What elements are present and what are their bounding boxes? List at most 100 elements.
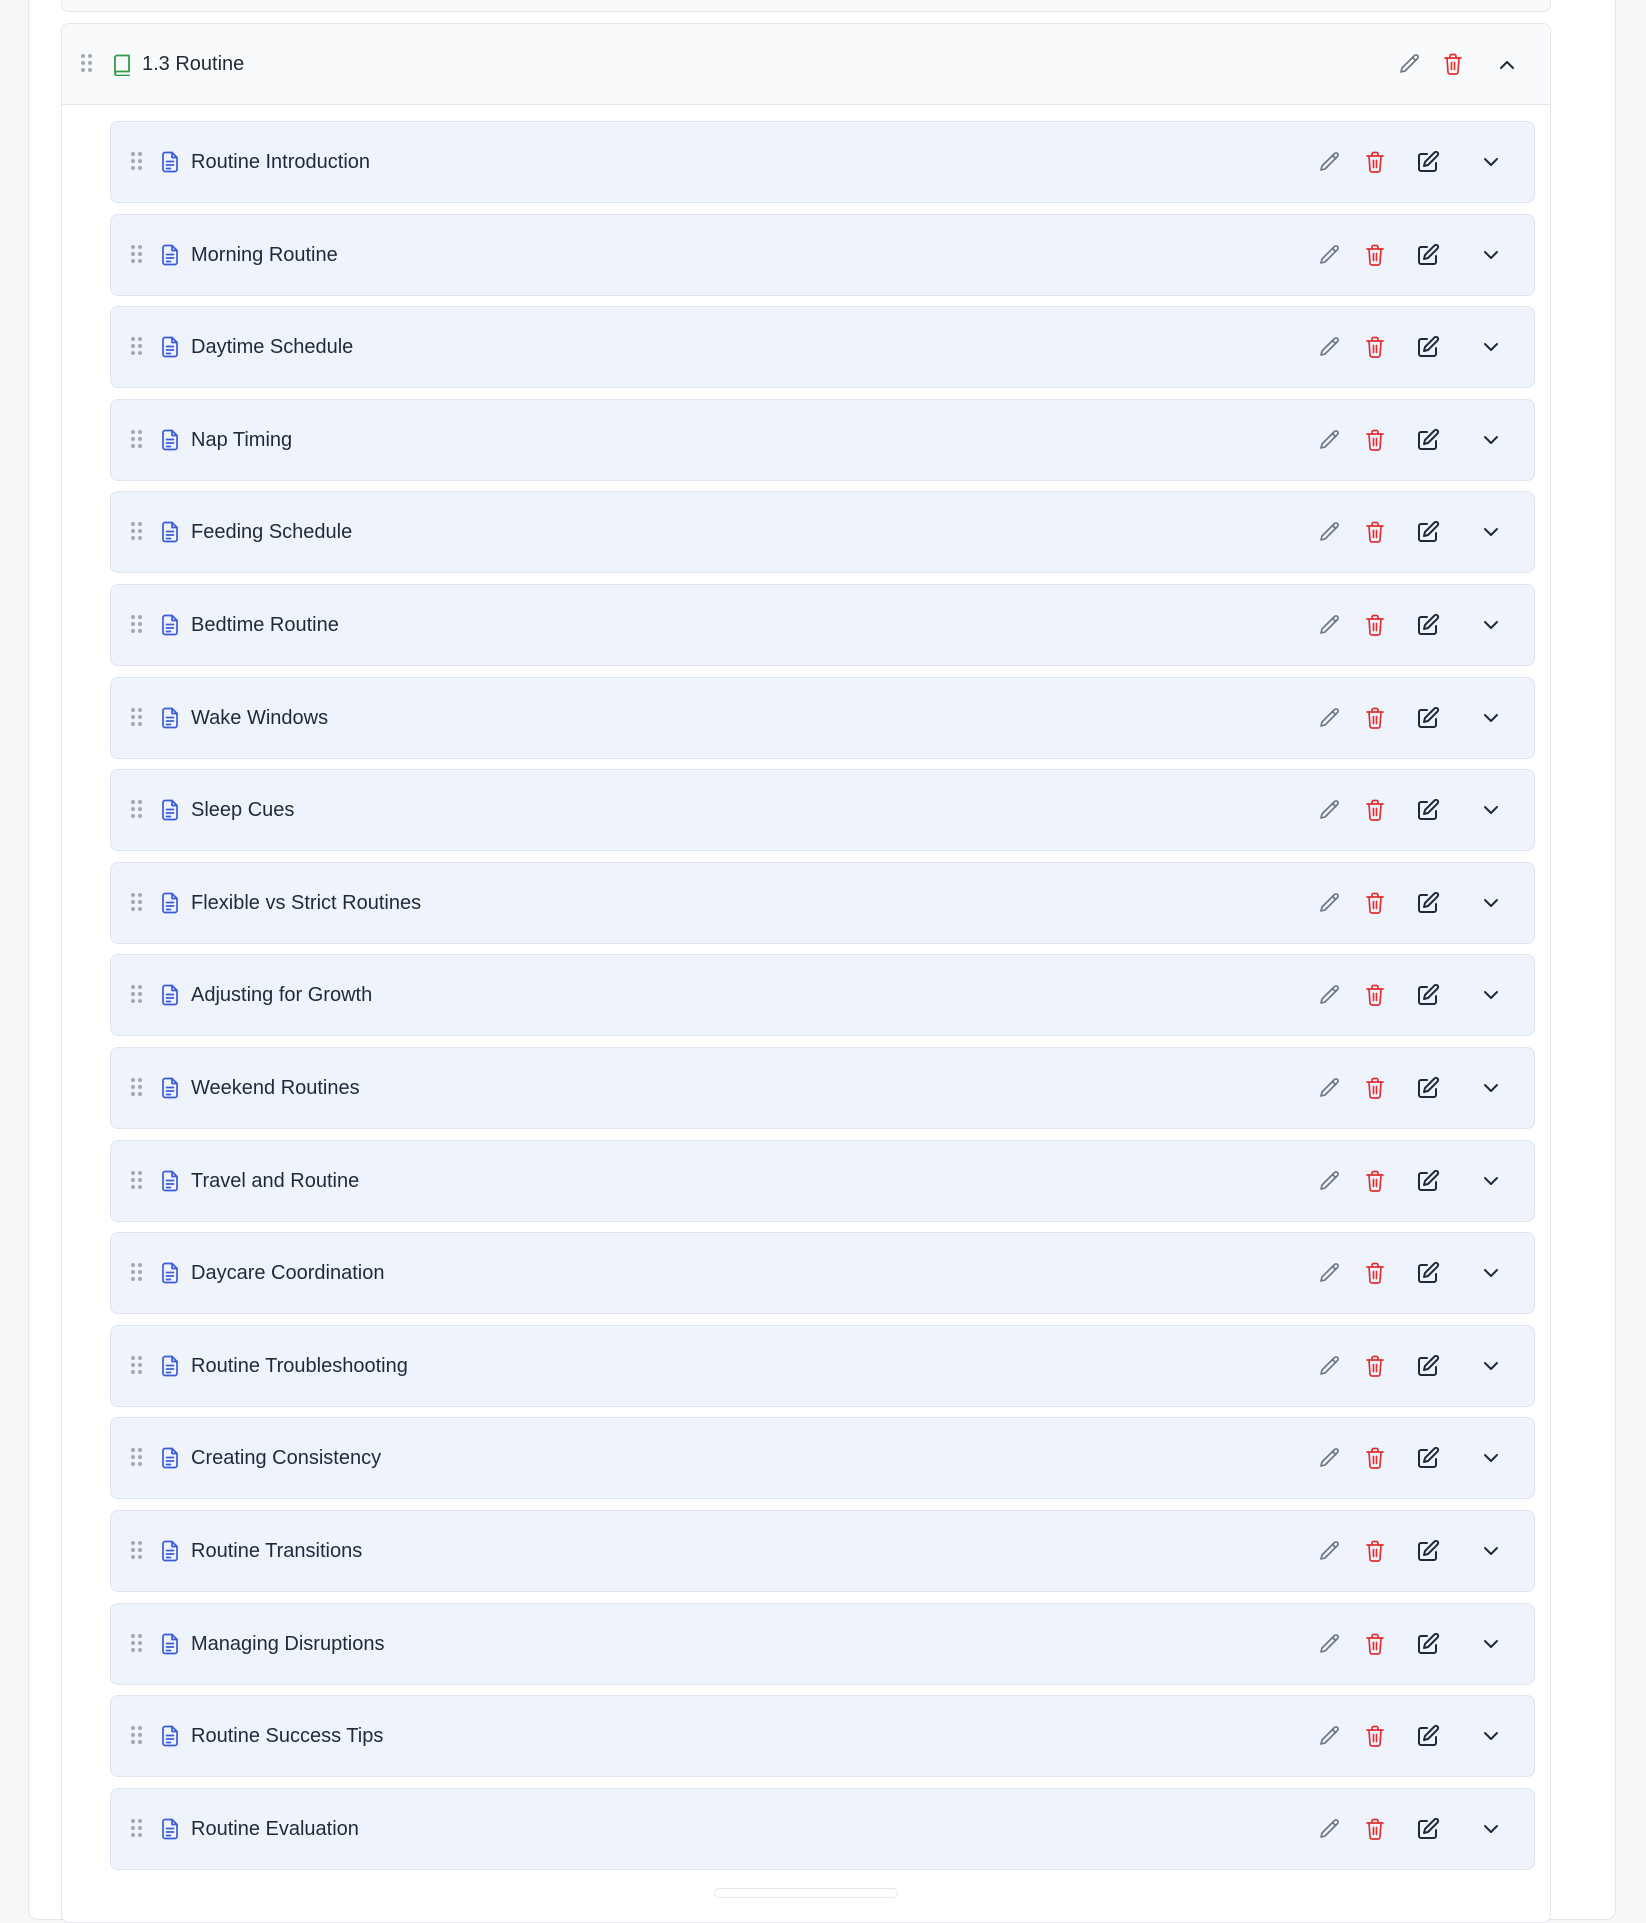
- expand-lesson-button[interactable]: [1479, 521, 1503, 545]
- lesson-row[interactable]: Routine Transitions: [110, 1509, 1535, 1592]
- expand-lesson-button[interactable]: [1479, 336, 1503, 360]
- edit-lesson-content-button[interactable]: [1415, 706, 1441, 732]
- module-collapse-button[interactable]: [1495, 54, 1519, 78]
- module-edit-button[interactable]: [1397, 52, 1423, 78]
- expand-lesson-button[interactable]: [1479, 1447, 1503, 1471]
- lesson-row[interactable]: Weekend Routines: [110, 1046, 1535, 1129]
- rename-lesson-button[interactable]: [1317, 1076, 1343, 1102]
- lesson-row[interactable]: Wake Windows: [110, 676, 1535, 759]
- drag-handle-icon[interactable]: [131, 1263, 145, 1283]
- rename-lesson-button[interactable]: [1317, 520, 1343, 546]
- add-lesson-button[interactable]: [714, 1888, 898, 1898]
- rename-lesson-button[interactable]: [1317, 613, 1343, 639]
- delete-lesson-button[interactable]: [1362, 1817, 1388, 1843]
- lesson-row[interactable]: Morning Routine: [110, 213, 1535, 296]
- module-delete-button[interactable]: [1440, 52, 1466, 78]
- edit-lesson-content-button[interactable]: [1415, 983, 1441, 1009]
- lesson-row[interactable]: Flexible vs Strict Routines: [110, 861, 1535, 944]
- expand-lesson-button[interactable]: [1479, 1725, 1503, 1749]
- lesson-row[interactable]: Adjusting for Growth: [110, 954, 1535, 1037]
- drag-handle-icon[interactable]: [81, 54, 95, 74]
- delete-lesson-button[interactable]: [1362, 1632, 1388, 1658]
- drag-handle-icon[interactable]: [131, 1540, 145, 1561]
- drag-handle-icon[interactable]: [131, 1633, 145, 1654]
- lesson-row[interactable]: Bedtime Routine: [110, 583, 1535, 666]
- edit-lesson-content-button[interactable]: [1415, 1169, 1441, 1195]
- rename-lesson-button[interactable]: [1317, 1261, 1343, 1287]
- drag-handle-icon[interactable]: [131, 1726, 145, 1746]
- delete-lesson-button[interactable]: [1362, 613, 1388, 639]
- lesson-row[interactable]: Managing Disruptions: [110, 1602, 1535, 1685]
- rename-lesson-button[interactable]: [1317, 1446, 1343, 1472]
- edit-lesson-content-button[interactable]: [1415, 335, 1441, 361]
- delete-lesson-button[interactable]: [1362, 1354, 1388, 1380]
- edit-lesson-content-button[interactable]: [1415, 1261, 1441, 1287]
- expand-lesson-button[interactable]: [1479, 1077, 1503, 1101]
- edit-lesson-content-button[interactable]: [1415, 520, 1441, 546]
- rename-lesson-button[interactable]: [1317, 1354, 1343, 1380]
- previous-module-card[interactable]: [61, 0, 1551, 12]
- drag-handle-icon[interactable]: [131, 1355, 145, 1376]
- drag-handle-icon[interactable]: [131, 429, 145, 450]
- edit-lesson-content-button[interactable]: [1415, 1632, 1441, 1658]
- expand-lesson-button[interactable]: [1479, 429, 1503, 453]
- lesson-row[interactable]: Feeding Schedule: [110, 491, 1535, 574]
- rename-lesson-button[interactable]: [1317, 798, 1343, 824]
- drag-handle-icon[interactable]: [131, 1818, 145, 1839]
- rename-lesson-button[interactable]: [1317, 1169, 1343, 1195]
- edit-lesson-content-button[interactable]: [1415, 613, 1441, 639]
- lesson-row[interactable]: Creating Consistency: [110, 1417, 1535, 1500]
- edit-lesson-content-button[interactable]: [1415, 243, 1441, 269]
- expand-lesson-button[interactable]: [1479, 1262, 1503, 1286]
- lesson-row[interactable]: Routine Introduction: [110, 121, 1535, 203]
- rename-lesson-button[interactable]: [1317, 706, 1343, 732]
- expand-lesson-button[interactable]: [1479, 1633, 1503, 1657]
- rename-lesson-button[interactable]: [1317, 335, 1343, 361]
- delete-lesson-button[interactable]: [1362, 150, 1388, 176]
- drag-handle-icon[interactable]: [131, 707, 145, 728]
- drag-handle-icon[interactable]: [131, 244, 145, 265]
- delete-lesson-button[interactable]: [1362, 891, 1388, 917]
- rename-lesson-button[interactable]: [1317, 428, 1343, 454]
- edit-lesson-content-button[interactable]: [1415, 891, 1441, 917]
- expand-lesson-button[interactable]: [1479, 984, 1503, 1008]
- lesson-row[interactable]: Daycare Coordination: [110, 1232, 1535, 1315]
- expand-lesson-button[interactable]: [1479, 1355, 1503, 1379]
- rename-lesson-button[interactable]: [1317, 243, 1343, 269]
- rename-lesson-button[interactable]: [1317, 150, 1343, 176]
- expand-lesson-button[interactable]: [1479, 151, 1503, 175]
- delete-lesson-button[interactable]: [1362, 798, 1388, 824]
- expand-lesson-button[interactable]: [1479, 1170, 1503, 1194]
- expand-lesson-button[interactable]: [1479, 1818, 1503, 1842]
- lesson-row[interactable]: Routine Success Tips: [110, 1695, 1535, 1778]
- lesson-row[interactable]: Nap Timing: [110, 398, 1535, 481]
- drag-handle-icon[interactable]: [131, 337, 145, 357]
- edit-lesson-content-button[interactable]: [1415, 1817, 1441, 1843]
- delete-lesson-button[interactable]: [1362, 1446, 1388, 1472]
- delete-lesson-button[interactable]: [1362, 1261, 1388, 1287]
- edit-lesson-content-button[interactable]: [1415, 1446, 1441, 1472]
- lesson-row[interactable]: Routine Evaluation: [110, 1787, 1535, 1870]
- module-header[interactable]: 1.3 Routine: [62, 24, 1550, 105]
- delete-lesson-button[interactable]: [1362, 1539, 1388, 1565]
- drag-handle-icon[interactable]: [131, 152, 145, 172]
- rename-lesson-button[interactable]: [1317, 1632, 1343, 1658]
- delete-lesson-button[interactable]: [1362, 1724, 1388, 1750]
- rename-lesson-button[interactable]: [1317, 983, 1343, 1009]
- lesson-row[interactable]: Daytime Schedule: [110, 306, 1535, 389]
- drag-handle-icon[interactable]: [131, 1448, 145, 1468]
- drag-handle-icon[interactable]: [131, 614, 145, 635]
- delete-lesson-button[interactable]: [1362, 243, 1388, 269]
- rename-lesson-button[interactable]: [1317, 891, 1343, 917]
- rename-lesson-button[interactable]: [1317, 1724, 1343, 1750]
- delete-lesson-button[interactable]: [1362, 706, 1388, 732]
- rename-lesson-button[interactable]: [1317, 1817, 1343, 1843]
- edit-lesson-content-button[interactable]: [1415, 798, 1441, 824]
- lesson-row[interactable]: Routine Troubleshooting: [110, 1324, 1535, 1407]
- delete-lesson-button[interactable]: [1362, 983, 1388, 1009]
- expand-lesson-button[interactable]: [1479, 892, 1503, 916]
- lesson-row[interactable]: Sleep Cues: [110, 769, 1535, 852]
- expand-lesson-button[interactable]: [1479, 244, 1503, 268]
- edit-lesson-content-button[interactable]: [1415, 1539, 1441, 1565]
- edit-lesson-content-button[interactable]: [1415, 150, 1441, 176]
